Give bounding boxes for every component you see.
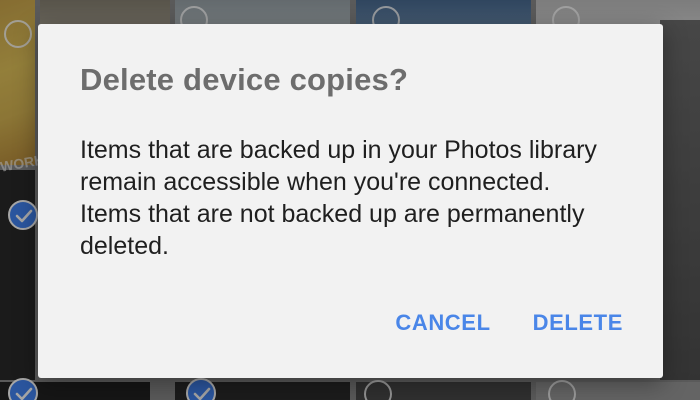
dialog-message: Items that are backed up in your Photos …	[80, 136, 597, 260]
cancel-button[interactable]: CANCEL	[395, 310, 490, 336]
dialog-actions: CANCEL DELETE	[395, 310, 623, 336]
delete-confirmation-dialog: Delete device copies? Items that are bac…	[38, 24, 663, 378]
photos-screen: WORK Delete device copies? Items that ar…	[0, 0, 700, 400]
delete-button[interactable]: DELETE	[533, 310, 623, 336]
dialog-title: Delete device copies?	[80, 62, 409, 97]
